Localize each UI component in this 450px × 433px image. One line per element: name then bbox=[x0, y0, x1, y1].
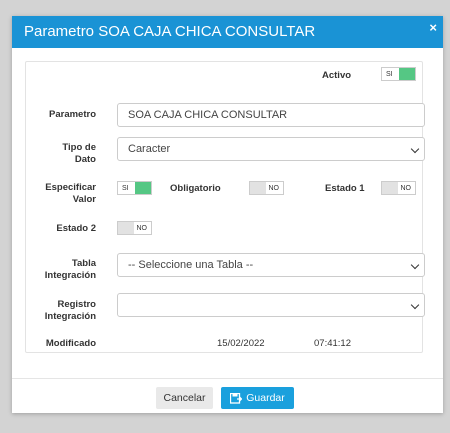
tabla-integracion-label: Tabla Integración bbox=[26, 258, 96, 282]
estado1-toggle[interactable]: NO bbox=[381, 181, 416, 195]
form-panel: Activo SI Parametro SOA CAJA CHICA CONSU… bbox=[25, 61, 425, 353]
tipo-dato-value: Caracter bbox=[128, 143, 171, 155]
especificar-valor-label-line1: Especificar bbox=[45, 182, 96, 193]
obligatorio-toggle-text: NO bbox=[268, 185, 280, 192]
toggle-knob bbox=[118, 222, 134, 234]
modificado-date: 15/02/2022 bbox=[217, 338, 265, 349]
parametro-label: Parametro bbox=[49, 109, 96, 120]
toggle-knob bbox=[399, 68, 415, 80]
especificar-valor-label-line2: Valor bbox=[72, 194, 96, 205]
tabla-integracion-value: -- Seleccione una Tabla -- bbox=[128, 259, 254, 271]
estado1-toggle-text: NO bbox=[400, 185, 412, 192]
registro-integracion-label: Registro Integración bbox=[26, 299, 96, 323]
chevron-down-icon bbox=[410, 260, 420, 270]
tabla-integracion-label-line1: Tabla bbox=[71, 258, 96, 269]
tabla-integracion-label-line2: Integración bbox=[44, 270, 96, 281]
especificar-valor-toggle[interactable]: SI bbox=[117, 181, 152, 195]
modificado-time: 07:41:12 bbox=[314, 338, 351, 349]
activo-label: Activo bbox=[322, 70, 352, 81]
save-icon bbox=[230, 392, 243, 404]
especificar-valor-label: Especificar Valor bbox=[26, 182, 96, 206]
close-icon[interactable]: × bbox=[429, 20, 437, 35]
especificar-valor-toggle-text: SI bbox=[122, 185, 129, 192]
registro-integracion-select[interactable] bbox=[117, 293, 425, 317]
modal-header: Parametro SOA CAJA CHICA CONSULTAR × bbox=[12, 16, 443, 48]
estado2-toggle-text: NO bbox=[136, 225, 148, 232]
estado2-label: Estado 2 bbox=[56, 223, 96, 234]
tabla-integracion-select[interactable]: -- Seleccione una Tabla -- bbox=[117, 253, 425, 277]
chevron-down-icon bbox=[410, 144, 420, 154]
activo-toggle[interactable]: SI bbox=[381, 67, 416, 81]
cancel-button[interactable]: Cancelar bbox=[156, 387, 213, 409]
estado1-label: Estado 1 bbox=[325, 183, 365, 194]
tipo-dato-label-line1: Tipo de bbox=[62, 142, 96, 153]
modal-dialog: Parametro SOA CAJA CHICA CONSULTAR × Act… bbox=[12, 16, 443, 413]
tipo-dato-label: Tipo de Dato bbox=[26, 142, 96, 166]
obligatorio-label: Obligatorio bbox=[170, 183, 221, 194]
registro-integracion-label-line1: Registro bbox=[57, 299, 96, 310]
footer-divider bbox=[12, 378, 443, 379]
tipo-dato-label-line2: Dato bbox=[74, 154, 96, 165]
registro-integracion-label-line2: Integración bbox=[44, 311, 96, 322]
toggle-knob bbox=[250, 182, 266, 194]
activo-toggle-text: SI bbox=[386, 71, 393, 78]
tipo-dato-select[interactable]: Caracter bbox=[117, 137, 425, 161]
modificado-label: Modificado bbox=[45, 338, 96, 349]
chevron-down-icon bbox=[410, 300, 420, 310]
toggle-knob bbox=[382, 182, 398, 194]
save-button-label: Guardar bbox=[246, 392, 285, 404]
save-button[interactable]: Guardar bbox=[221, 387, 294, 409]
toggle-knob bbox=[135, 182, 151, 194]
estado2-toggle[interactable]: NO bbox=[117, 221, 152, 235]
parametro-input[interactable]: SOA CAJA CHICA CONSULTAR bbox=[117, 103, 425, 127]
obligatorio-toggle[interactable]: NO bbox=[249, 181, 284, 195]
modal-title: Parametro SOA CAJA CHICA CONSULTAR bbox=[24, 23, 316, 40]
